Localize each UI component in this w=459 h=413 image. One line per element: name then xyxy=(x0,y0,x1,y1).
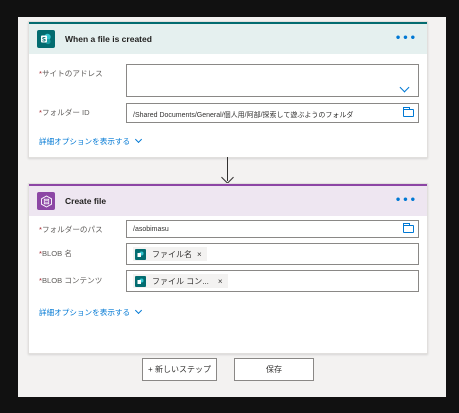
action-title: Create file xyxy=(65,196,107,206)
arrow-down-icon xyxy=(221,171,234,184)
folder-id-label: *フォルダー ID xyxy=(39,108,90,117)
chevron-down-icon xyxy=(135,135,143,144)
flow-designer-canvas: S When a file is created ••• *サイトのアドレス *… xyxy=(18,17,446,397)
trigger-card-header[interactable]: S When a file is created ••• xyxy=(29,22,427,54)
chevron-down-icon xyxy=(135,306,143,315)
site-address-label: *サイトのアドレス xyxy=(39,69,103,78)
sharepoint-icon: S xyxy=(37,30,55,48)
folder-id-field[interactable]: /Shared Documents/General/個人用/阿部/探索して遊ぶよ… xyxy=(126,103,419,123)
show-advanced-options-link[interactable]: 詳細オプションを表示する xyxy=(39,135,143,147)
blob-content-field[interactable]: ファイル コン... × xyxy=(126,270,419,292)
trigger-card: S When a file is created ••• *サイトのアドレス *… xyxy=(28,21,428,158)
save-button[interactable]: 保存 xyxy=(234,358,314,381)
trigger-more-icon[interactable]: ••• xyxy=(395,33,417,44)
chevron-down-icon[interactable] xyxy=(399,82,410,93)
remove-token-icon[interactable]: × xyxy=(197,250,202,259)
svg-text:S: S xyxy=(42,37,46,43)
dynamic-content-token[interactable]: ファイル名 × xyxy=(133,247,207,261)
azure-blob-icon xyxy=(37,192,55,210)
blob-content-label: *BLOB コンテンツ xyxy=(39,276,103,285)
action-card-header[interactable]: Create file ••• xyxy=(29,184,427,216)
new-step-button[interactable]: + 新しいステップ xyxy=(142,358,217,381)
action-more-icon[interactable]: ••• xyxy=(395,195,417,206)
blob-name-label: *BLOB 名 xyxy=(39,249,72,258)
action-card: Create file ••• *フォルダーのパス /asobimasu *BL… xyxy=(28,183,428,354)
folder-id-value: /Shared Documents/General/個人用/阿部/探索して遊ぶよ… xyxy=(133,112,354,119)
sharepoint-icon xyxy=(135,275,146,287)
folder-path-value: /asobimasu xyxy=(133,226,169,233)
show-advanced-options-link[interactable]: 詳細オプションを表示する xyxy=(39,306,143,318)
dynamic-content-token[interactable]: ファイル コン... × xyxy=(133,274,228,288)
blob-name-field[interactable]: ファイル名 × xyxy=(126,243,419,265)
folder-icon[interactable] xyxy=(403,107,414,117)
sharepoint-icon xyxy=(135,248,146,260)
folder-icon[interactable] xyxy=(403,223,414,233)
folder-path-label: *フォルダーのパス xyxy=(39,225,103,234)
trigger-title: When a file is created xyxy=(65,34,152,44)
folder-path-field[interactable]: /asobimasu xyxy=(126,220,419,238)
site-address-dropdown[interactable] xyxy=(126,64,419,97)
remove-token-icon[interactable]: × xyxy=(218,277,223,286)
